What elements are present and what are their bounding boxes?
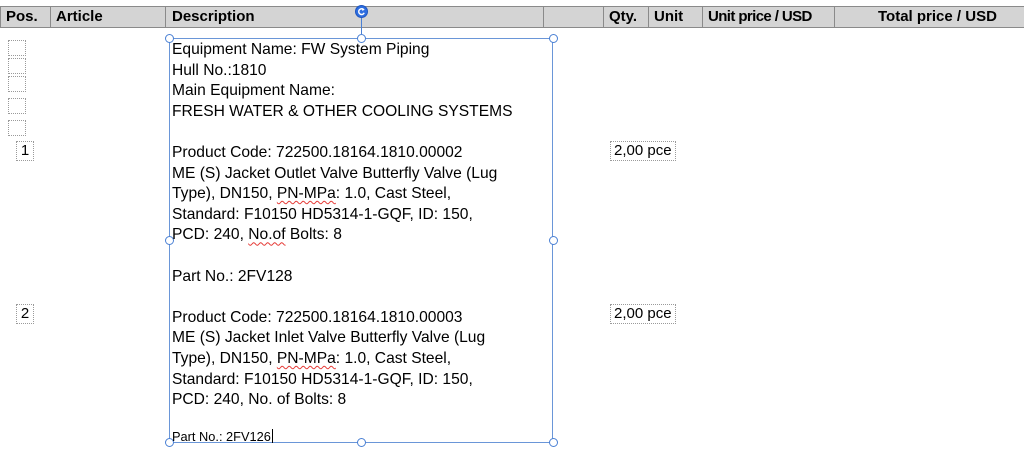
column-header-unit-price[interactable]: Unit price / USD [708, 7, 832, 27]
column-separator [0, 7, 1, 27]
text-cursor [271, 428, 273, 443]
column-separator [648, 7, 649, 27]
qty-value: 2,00 [614, 305, 644, 322]
item-description-line: Standard: F10150 HD5314-1-GQF, ID: 150, [172, 205, 473, 223]
unit-value: pce [647, 305, 672, 322]
item-description-line: ME (S) Jacket Inlet Valve Butterfly Valv… [172, 329, 486, 347]
empty-pos-cell[interactable] [8, 120, 26, 136]
column-header-article[interactable]: Article [56, 7, 156, 27]
main-equipment-value: FRESH WATER & OTHER COOLING SYSTEMS [172, 102, 513, 120]
qty-value: 2,00 [614, 142, 644, 159]
unit-value: pce [647, 142, 672, 159]
column-separator [702, 7, 703, 27]
column-header-qty[interactable]: Qty. [609, 7, 649, 27]
item-description-line: PCD: 240, No. of Bolts: 8 [172, 391, 347, 409]
text-span: Bolts: 8 [285, 226, 342, 244]
rotation-handle-stem [361, 18, 362, 34]
empty-pos-cell[interactable] [8, 98, 26, 114]
pos-field-1[interactable]: 1 [16, 141, 34, 161]
item-description-line: ME (S) Jacket Outlet Valve Butterfly Val… [172, 164, 498, 182]
column-header-description[interactable]: Description [172, 7, 352, 27]
column-header-total-price[interactable]: Total price / USD [878, 7, 1022, 27]
rotate-handle-icon[interactable] [355, 5, 368, 18]
text-span: : 1.0, Cast Steel, [335, 185, 452, 203]
item-description-line: Standard: F10150 HD5314-1-GQF, ID: 150, [172, 370, 473, 388]
text-span: Type), DN150, [172, 349, 277, 367]
text-span: Part No.: 2FV126 [172, 428, 271, 444]
text-span: Type), DN150, [172, 185, 277, 203]
item-description-line: Type), DN150, PN-MPa: 1.0, Cast Steel, [172, 349, 552, 370]
equipment-name-line: Equipment Name: FW System Piping [172, 41, 430, 58]
empty-pos-cell[interactable] [8, 58, 26, 74]
pos-field-2[interactable]: 2 [16, 304, 34, 324]
spellcheck-word[interactable]: PN-MPa [277, 185, 336, 202]
text-span: : 1.0, Cast Steel, [335, 349, 452, 367]
part-no-line: Part No.: 2FV128 [172, 267, 293, 285]
qty-unit-field-1[interactable]: 2,00 pce [610, 141, 676, 161]
product-code-line: Product Code: 722500.18164.1810.00003 [172, 308, 463, 326]
column-separator [543, 7, 544, 27]
column-separator [603, 7, 604, 27]
item-description-line: PCD: 240, No.of Bolts: 8 [172, 225, 552, 246]
main-equipment-label: Main Equipment Name: [172, 82, 335, 100]
item-description-line: Type), DN150, PN-MPa: 1.0, Cast Steel, [172, 184, 552, 205]
table-header-row: Pos. Article Description Qty. Unit Unit … [0, 6, 1024, 28]
hull-no-line: Hull No.:1810 [172, 61, 267, 79]
column-header-unit[interactable]: Unit [654, 7, 698, 27]
qty-unit-field-2[interactable]: 2,00 pce [610, 304, 676, 324]
product-code-line: Product Code: 722500.18164.1810.00002 [172, 143, 463, 161]
column-separator [165, 7, 166, 27]
part-no-line: Part No.: 2FV126 [172, 427, 552, 448]
empty-pos-cell[interactable] [8, 76, 26, 92]
description-text[interactable]: Equipment Name: FW System Piping Hull No… [172, 40, 552, 447]
spellcheck-word[interactable]: No.of [248, 226, 285, 243]
column-separator [50, 7, 51, 27]
column-separator [834, 7, 835, 27]
spellcheck-word[interactable]: PN-MPa [277, 350, 336, 367]
empty-pos-cell[interactable] [8, 40, 26, 56]
column-header-pos[interactable]: Pos. [6, 7, 46, 27]
text-span: PCD: 240, [172, 226, 249, 244]
